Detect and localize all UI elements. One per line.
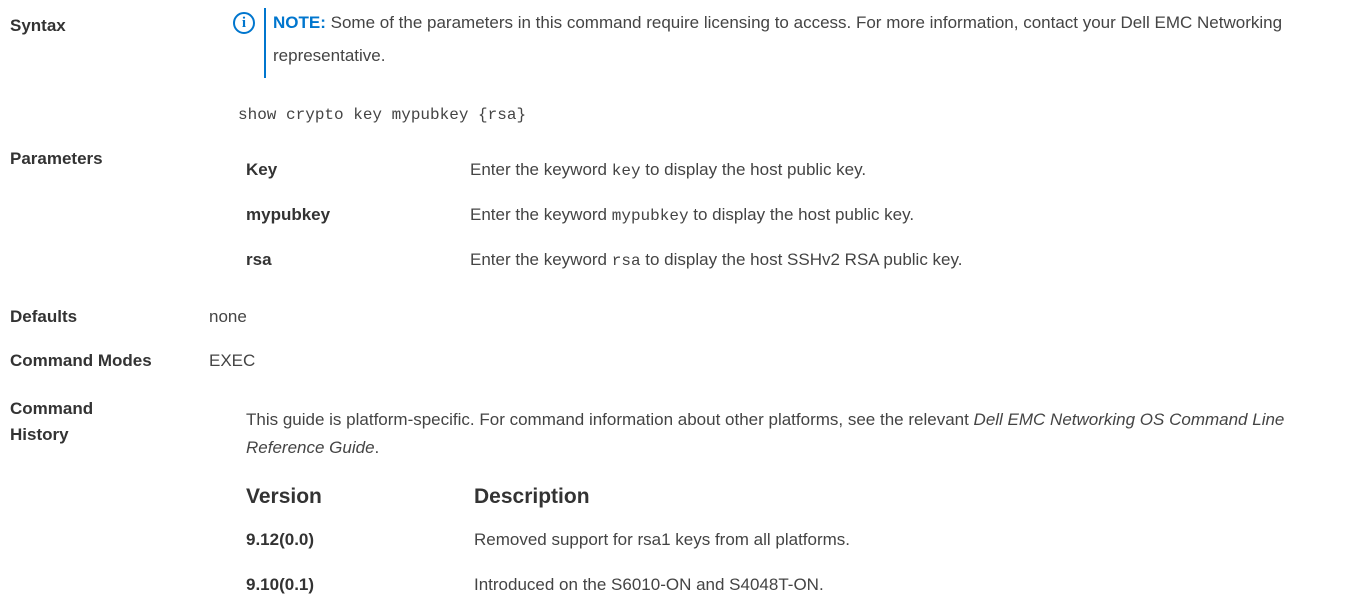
description-cell: Removed support for rsa1 keys from all p… [474,530,851,549]
note-heading: NOTE: [273,13,326,32]
param-name-key: Key [246,160,278,179]
command-modes-value: EXEC [209,351,256,370]
defaults-label: Defaults [10,307,78,326]
info-icon: i [233,12,255,34]
command-history-label-1: Command [10,399,94,418]
command-history-label-2: History [10,425,69,444]
param-desc-post: to display the host public key. [688,205,915,224]
param-keyword: rsa [611,252,641,270]
parameters-label: Parameters [10,149,103,168]
param-desc-rsa: Enter the keyword rsa to display the hos… [470,249,962,272]
param-desc-key: Enter the keyword key to display the hos… [470,159,866,182]
description-column-header: Description [474,485,590,508]
param-keyword: mypubkey [611,207,689,225]
param-name-rsa: rsa [246,250,272,269]
version-cell: 9.12(0.0) [246,530,315,549]
note-divider [264,8,266,78]
description-cell: Introduced on the S6010-ON and S4048T-ON… [474,575,824,594]
syntax-command: show crypto key mypubkey {rsa} [238,106,527,124]
param-desc-pre: Enter the keyword [470,160,612,179]
history-text-post: . [374,438,380,457]
note-body: Some of the parameters in this command r… [273,13,1283,65]
command-history-text: This guide is platform-specific. For com… [246,406,1361,462]
command-modes-label: Command Modes [10,351,152,370]
version-column-header: Version [246,485,322,508]
history-text-pre: This guide is platform-specific. For com… [246,410,974,429]
param-desc-post: to display the host SSHv2 RSA public key… [640,250,963,269]
param-desc-post: to display the host public key. [640,160,867,179]
param-desc-pre: Enter the keyword [470,250,612,269]
param-name-mypubkey: mypubkey [246,205,331,224]
defaults-value: none [209,307,247,326]
param-desc-pre: Enter the keyword [470,205,612,224]
param-desc-mypubkey: Enter the keyword mypubkey to display th… [470,204,914,227]
version-cell: 9.10(0.1) [246,575,315,594]
param-keyword: key [611,162,641,180]
note-text: NOTE: Some of the parameters in this com… [273,6,1363,72]
syntax-label: Syntax [10,16,66,35]
